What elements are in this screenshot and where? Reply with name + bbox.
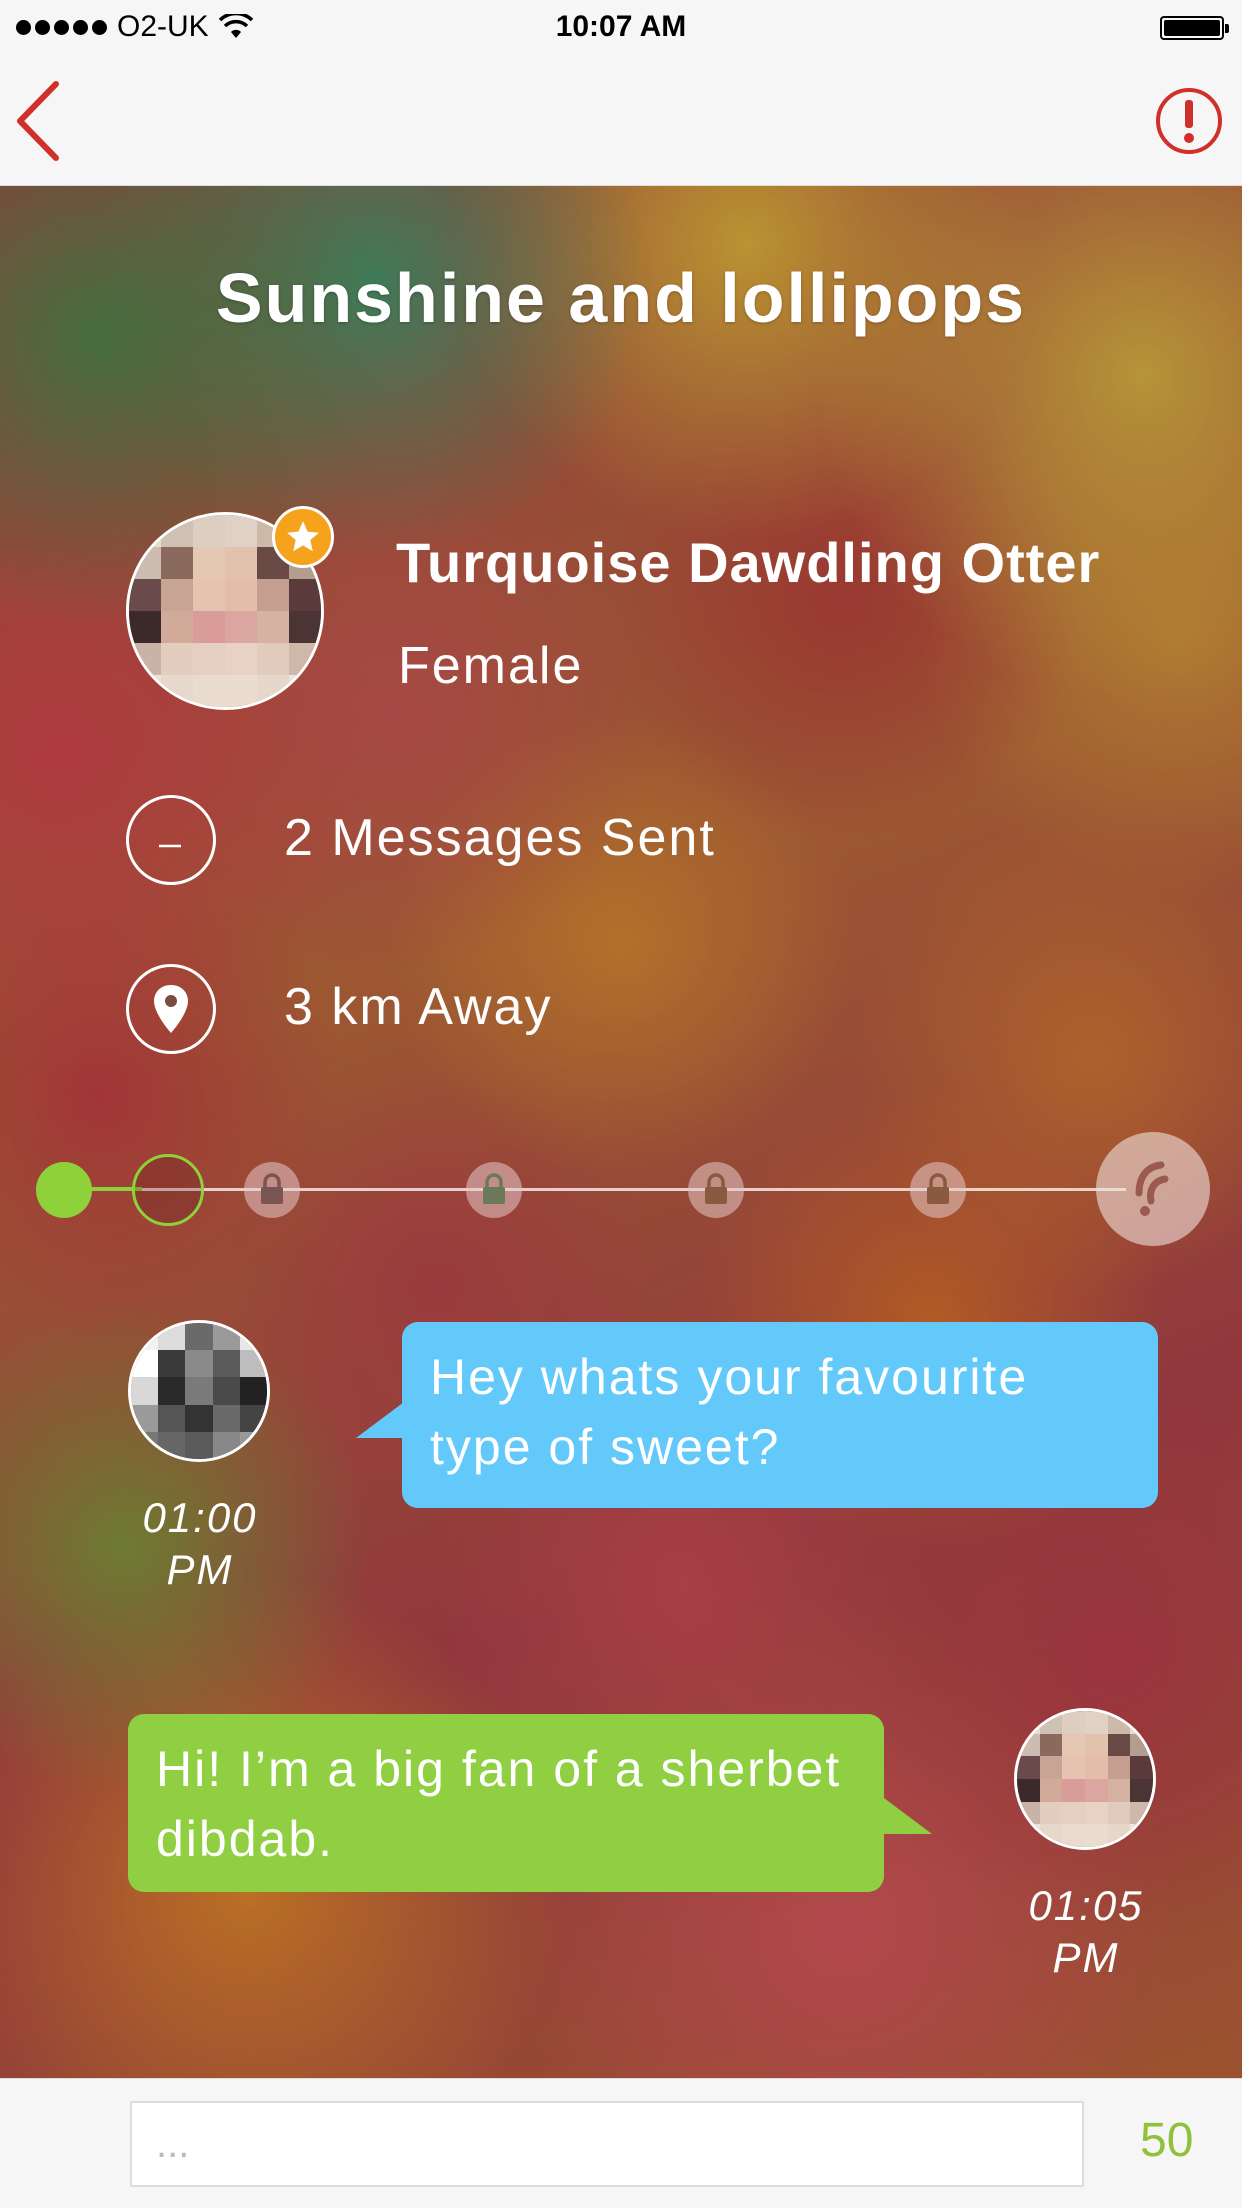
- padlock-icon: [927, 1173, 949, 1204]
- progress-step-locked: [244, 1162, 300, 1218]
- profile-name: Turquoise Dawdling Otter: [396, 531, 1101, 594]
- app-screen: O2-UK 10:07 AM Sunshine and lollipops Tu…: [0, 0, 1242, 2208]
- padlock-icon: [261, 1173, 283, 1204]
- message-time: 01:00 PM: [120, 1492, 280, 1596]
- message-input-bar: 50: [0, 2078, 1242, 2208]
- messages-sent-icon-wrap: [126, 795, 216, 885]
- message-time-period: PM: [166, 1546, 234, 1593]
- map-pin-icon: [154, 985, 188, 1033]
- my-avatar[interactable]: [1014, 1708, 1156, 1850]
- message-bubble-tail: [356, 1402, 404, 1438]
- premium-badge: [272, 506, 334, 568]
- message-time-value: 01:00: [142, 1494, 258, 1541]
- progress-track: [62, 1188, 1126, 1191]
- back-button[interactable]: [10, 76, 70, 166]
- messages-sent-text: 2 Messages Sent: [284, 809, 716, 867]
- distance-text: 3 km Away: [284, 978, 553, 1036]
- sender-avatar[interactable]: [128, 1320, 270, 1462]
- exclamation-circle-icon: [1156, 88, 1222, 154]
- progress-step-current: [132, 1154, 204, 1226]
- nav-bar: [0, 56, 1242, 186]
- progress-step-final: [1096, 1132, 1210, 1246]
- message-time: 01:05 PM: [1006, 1880, 1166, 1984]
- message-input[interactable]: [130, 2101, 1084, 2187]
- message-time-value: 01:05: [1028, 1882, 1144, 1929]
- character-count: 50: [1140, 2114, 1194, 2167]
- status-bar: O2-UK 10:07 AM: [0, 0, 1242, 56]
- star-icon: [287, 521, 319, 552]
- message-time-period: PM: [1052, 1934, 1120, 1981]
- progress-step-completed: [36, 1162, 92, 1218]
- progress-step-locked: [910, 1162, 966, 1218]
- message-bubble-received[interactable]: Hey whats your favourite type of sweet?: [402, 1322, 1158, 1508]
- speech-bubble-icon: [159, 844, 181, 848]
- conversation-title: Sunshine and lollipops: [215, 259, 1027, 337]
- progress-step-locked: [688, 1162, 744, 1218]
- report-button[interactable]: [1154, 86, 1224, 156]
- brand-logo-icon: [1135, 1161, 1169, 1216]
- status-time: 10:07 AM: [555, 10, 687, 43]
- message-bubble-sent[interactable]: Hi! I’m a big fan of a sherbet dibdab.: [128, 1714, 884, 1892]
- message-bubble-tail: [884, 1798, 932, 1834]
- chevron-left-icon: [17, 81, 59, 161]
- padlock-icon: [705, 1173, 727, 1204]
- battery-icon: [1160, 16, 1229, 40]
- progress-step-locked: [466, 1162, 522, 1218]
- profile-gender: Female: [398, 637, 584, 695]
- distance-icon-wrap: [126, 964, 216, 1054]
- padlock-icon: [483, 1173, 505, 1204]
